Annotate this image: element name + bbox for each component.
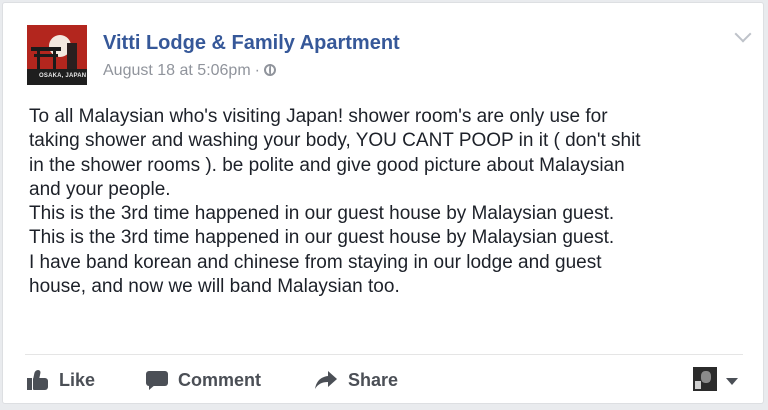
post-meta: August 18 at 5:06pm · <box>103 62 276 80</box>
post-line: taking shower and washing your body, YOU… <box>29 130 641 152</box>
post-line: This is the 3rd time happened in our gue… <box>29 203 615 225</box>
post-line: and your people. <box>29 178 171 200</box>
post-line: I have band korean and chinese from stay… <box>29 251 602 273</box>
page-avatar[interactable]: OSAKA, JAPAN <box>27 25 87 85</box>
thumbs-up-icon <box>27 370 49 390</box>
viewer-avatar[interactable] <box>693 367 717 391</box>
page-name-link[interactable]: Vitti Lodge & Family Apartment <box>103 32 400 55</box>
share-label: Share <box>348 369 399 390</box>
chevron-down-icon[interactable] <box>734 25 752 43</box>
share-button[interactable]: Share <box>314 367 398 393</box>
comment-label: Comment <box>178 369 262 390</box>
caret-down-icon[interactable] <box>726 378 738 385</box>
comment-bubble-icon <box>146 370 168 390</box>
like-button[interactable]: Like <box>27 367 95 393</box>
share-arrow-icon <box>314 370 338 390</box>
like-label: Like <box>59 369 96 390</box>
post-card: OSAKA, JAPAN Vitti Lodge & Family Apartm… <box>2 2 764 404</box>
post-body: To all Malaysian who's visiting Japan! s… <box>29 105 749 299</box>
avatar-torii-shape <box>31 47 61 51</box>
post-line: This is the 3rd time happened in our gue… <box>29 227 615 249</box>
avatar-caption: OSAKA, JAPAN <box>39 73 87 79</box>
comment-button[interactable]: Comment <box>146 367 261 393</box>
actions-divider <box>25 354 743 355</box>
post-line: in the shower rooms ). be polite and giv… <box>29 154 625 176</box>
meta-separator: · <box>254 62 260 79</box>
globe-icon[interactable] <box>263 64 276 76</box>
post-line: To all Malaysian who's visiting Japan! s… <box>29 106 608 127</box>
post-timestamp[interactable]: August 18 at 5:06pm <box>103 62 251 79</box>
post-line: house, and now we will band Malaysian to… <box>29 276 400 298</box>
